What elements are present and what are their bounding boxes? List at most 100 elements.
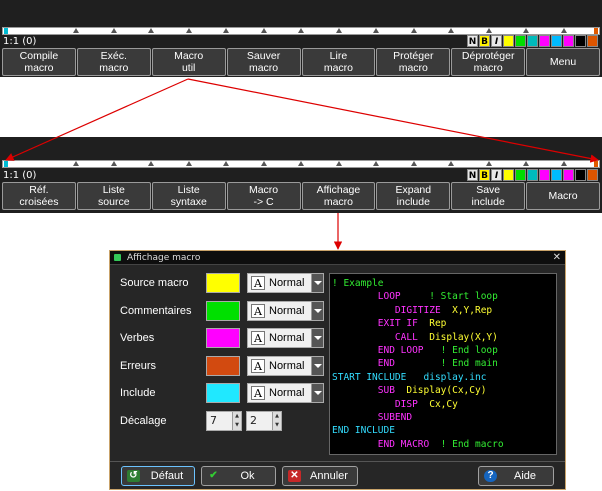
arrow-to-left-end	[5, 78, 189, 161]
style-select[interactable]: A Normal	[247, 301, 324, 321]
code-segment: DIGITIZE	[332, 304, 441, 316]
display-macro-dialog: Affichage macro ✕ Source macro A Normal …	[109, 250, 566, 490]
code-line: SUBEND	[332, 411, 554, 424]
code-line: START INCLUDE display.inc	[332, 371, 554, 384]
color-picker[interactable]	[206, 328, 240, 348]
help-icon: ?	[484, 470, 497, 482]
verbs-row: Verbes A Normal	[120, 328, 330, 348]
color-picker[interactable]	[206, 356, 240, 376]
style-value: Normal	[269, 305, 305, 317]
code-segment: LOOP	[332, 291, 401, 303]
font-icon: A	[251, 276, 265, 290]
code-segment: END INCLUDE	[332, 425, 395, 437]
check-icon: ✔	[209, 470, 218, 481]
spinner-value: 7	[210, 414, 217, 427]
code-segment: display.inc	[406, 371, 487, 383]
code-segment: Display(Cx,Cy)	[394, 385, 487, 397]
style-value: Normal	[269, 332, 305, 344]
cancel-button-label: Annuler	[310, 470, 348, 482]
row-label: Erreurs	[120, 360, 157, 372]
chevron-down-icon[interactable]	[311, 302, 323, 320]
chevron-down-icon[interactable]	[311, 329, 323, 347]
code-line: ! Example	[332, 277, 554, 290]
spinner-value: 2	[250, 414, 257, 427]
code-segment: SUB	[332, 385, 395, 397]
errors-row: Erreurs A Normal	[120, 356, 330, 376]
chevron-down-icon[interactable]	[311, 357, 323, 375]
code-line: LOOP ! Start loop	[332, 290, 554, 303]
code-segment: START INCLUDE	[332, 371, 407, 383]
code-segment: ! Start loop	[400, 291, 498, 303]
code-segment: ! End main	[394, 358, 498, 370]
default-button[interactable]: ↺ Défaut	[121, 466, 195, 486]
code-line: DIGITIZE X,Y,Rep	[332, 304, 554, 317]
code-line: SUB Display(Cx,Cy)	[332, 384, 554, 397]
code-line: EXIT IF Rep	[332, 317, 554, 330]
code-segment: DISP	[332, 398, 418, 410]
offset-label: Décalage	[120, 415, 167, 427]
font-icon: A	[251, 359, 265, 373]
font-icon: A	[251, 331, 265, 345]
code-segment: EXIT IF	[332, 318, 418, 330]
arrow-to-right-end	[187, 78, 599, 163]
code-preview: ! Example LOOP ! Start loop DIGITIZE X,Y…	[329, 273, 557, 455]
dialog-footer: ↺ Défaut ✔ Ok ✕ Annuler ? Aide	[110, 461, 565, 489]
code-segment: CALL	[332, 331, 418, 343]
style-select[interactable]: A Normal	[247, 383, 324, 403]
style-select[interactable]: A Normal	[247, 356, 324, 376]
style-select[interactable]: A Normal	[247, 273, 324, 293]
offset-spinner-1[interactable]: 7 ▲ ▼	[206, 411, 242, 431]
source-macro-row: Source macro A Normal	[120, 273, 330, 293]
code-segment: END MACRO	[332, 438, 430, 450]
ok-button[interactable]: ✔ Ok	[201, 466, 276, 486]
code-segment: Display(X,Y)	[417, 331, 498, 343]
style-value: Normal	[269, 360, 305, 372]
dialog-titlebar[interactable]: Affichage macro ✕	[110, 251, 565, 265]
color-picker[interactable]	[206, 301, 240, 321]
spin-arrows-icon[interactable]: ▲ ▼	[272, 412, 281, 430]
include-row: Include A Normal	[120, 383, 330, 403]
style-value: Normal	[269, 387, 305, 399]
font-icon: A	[251, 304, 265, 318]
close-icon[interactable]: ✕	[553, 251, 561, 265]
font-icon: A	[251, 386, 265, 400]
code-segment: X,Y,Rep	[440, 304, 493, 316]
row-label: Source macro	[120, 277, 189, 289]
code-segment: Cx,Cy	[417, 398, 458, 410]
code-line: END INCLUDE	[332, 424, 554, 437]
row-label: Commentaires	[120, 305, 192, 317]
code-segment: END LOOP	[332, 344, 424, 356]
code-line: END ! End main	[332, 357, 554, 370]
code-segment: END	[332, 358, 395, 370]
code-segment: ! End loop	[423, 344, 498, 356]
code-segment: Rep	[417, 318, 447, 330]
cancel-button[interactable]: ✕ Annuler	[282, 466, 358, 486]
offset-row: Décalage 7 ▲ ▼ 2 ▲ ▼	[120, 411, 330, 431]
refresh-icon: ↺	[127, 470, 140, 482]
code-segment: SUBEND	[332, 411, 413, 423]
row-label: Verbes	[120, 332, 155, 344]
row-label: Include	[120, 387, 156, 399]
offset-spinner-2[interactable]: 2 ▲ ▼	[246, 411, 282, 431]
style-select[interactable]: A Normal	[247, 328, 324, 348]
help-button-label: Aide	[513, 470, 537, 482]
spin-arrows-icon[interactable]: ▲ ▼	[232, 412, 241, 430]
app-icon	[114, 254, 121, 261]
code-line: CALL Display(X,Y)	[332, 331, 554, 344]
default-button-label: Défaut	[150, 470, 184, 482]
color-picker[interactable]	[206, 273, 240, 293]
style-value: Normal	[269, 277, 305, 289]
color-picker[interactable]	[206, 383, 240, 403]
dialog-title: Affichage macro	[127, 253, 201, 263]
code-line: END MACRO ! End macro	[332, 438, 554, 451]
ok-button-label: Ok	[240, 470, 255, 482]
comments-row: Commentaires A Normal	[120, 301, 330, 321]
code-segment: ! End macro	[429, 438, 504, 450]
help-button[interactable]: ? Aide	[478, 466, 554, 486]
chevron-down-icon[interactable]	[311, 384, 323, 402]
chevron-down-icon[interactable]	[311, 274, 323, 292]
close-icon: ✕	[288, 470, 301, 482]
code-line: DISP Cx,Cy	[332, 398, 554, 411]
code-line: END LOOP ! End loop	[332, 344, 554, 357]
code-segment: ! Example	[332, 278, 384, 289]
